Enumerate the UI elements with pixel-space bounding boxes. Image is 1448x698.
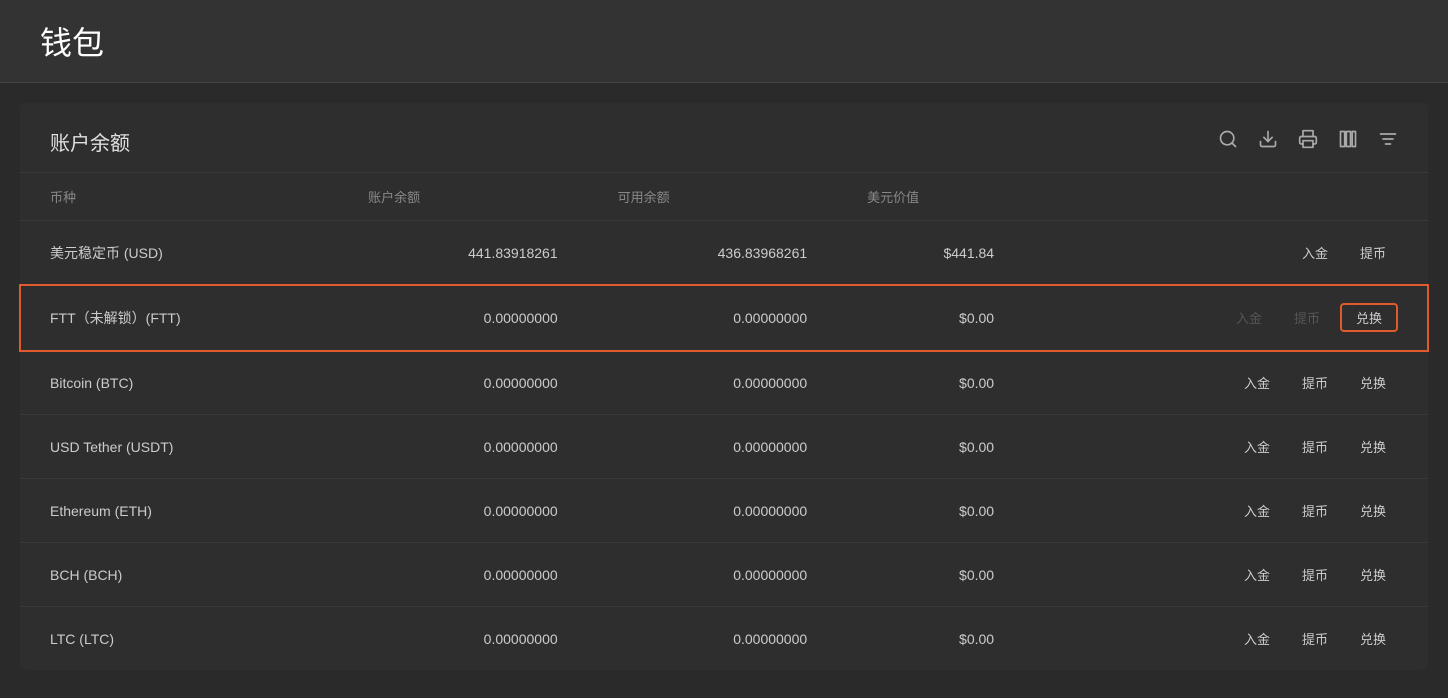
cell-balance: 0.00000000 — [338, 543, 588, 607]
cell-actions: 入金提币兑换 — [1024, 285, 1428, 351]
cell-usd-value: $0.00 — [837, 351, 1024, 415]
exchange-button[interactable]: 兑换 — [1348, 369, 1398, 396]
withdraw-button[interactable]: 提币 — [1290, 625, 1340, 652]
header-balance: 账户余额 — [338, 173, 588, 221]
cell-usd-value: $0.00 — [837, 285, 1024, 351]
cell-usd-value: $0.00 — [837, 479, 1024, 543]
cell-available: 0.00000000 — [588, 415, 838, 479]
header-currency: 币种 — [20, 173, 338, 221]
deposit-button[interactable]: 入金 — [1232, 433, 1282, 460]
cell-available: 0.00000000 — [588, 543, 838, 607]
header-available: 可用余额 — [588, 173, 838, 221]
cell-actions: 入金提币兑换 — [1024, 415, 1428, 479]
header-actions — [1024, 173, 1428, 221]
cell-balance: 0.00000000 — [338, 479, 588, 543]
cell-actions: 入金提币兑换 — [1024, 351, 1428, 415]
cell-balance: 441.83918261 — [338, 221, 588, 285]
cell-available: 0.00000000 — [588, 479, 838, 543]
withdraw-button[interactable]: 提币 — [1290, 497, 1340, 524]
cell-actions: 入金提币 — [1024, 221, 1428, 285]
cell-currency: Bitcoin (BTC) — [20, 351, 338, 415]
cell-balance: 0.00000000 — [338, 285, 588, 351]
exchange-button[interactable]: 兑换 — [1348, 433, 1398, 460]
table-row: FTT（未解锁）(FTT)0.000000000.00000000$0.00入金… — [20, 285, 1428, 351]
cell-currency: FTT（未解锁）(FTT) — [20, 285, 338, 351]
cell-available: 0.00000000 — [588, 351, 838, 415]
deposit-button[interactable]: 入金 — [1232, 497, 1282, 524]
cell-usd-value: $0.00 — [837, 607, 1024, 671]
print-icon[interactable] — [1298, 129, 1318, 155]
deposit-button[interactable]: 入金 — [1232, 369, 1282, 396]
cell-currency: Ethereum (ETH) — [20, 479, 338, 543]
page-header: 钱包 — [0, 0, 1448, 83]
exchange-button[interactable]: 兑换 — [1348, 625, 1398, 652]
download-icon[interactable] — [1258, 129, 1278, 155]
exchange-button[interactable]: 兑换 — [1348, 497, 1398, 524]
cell-balance: 0.00000000 — [338, 415, 588, 479]
cell-available: 0.00000000 — [588, 285, 838, 351]
cell-currency: 美元稳定币 (USD) — [20, 221, 338, 285]
cell-actions: 入金提币兑换 — [1024, 607, 1428, 671]
columns-icon[interactable] — [1338, 129, 1358, 155]
cell-usd-value: $441.84 — [837, 221, 1024, 285]
header-usd-value: 美元价值 — [837, 173, 1024, 221]
main-content: 账户余额 — [20, 103, 1428, 670]
deposit-button[interactable]: 入金 — [1290, 239, 1340, 266]
exchange-button[interactable]: 兑换 — [1348, 561, 1398, 588]
deposit-button: 入金 — [1224, 304, 1274, 331]
section-title: 账户余额 — [50, 127, 130, 156]
cell-available: 436.83968261 — [588, 221, 838, 285]
toolbar-icons — [1218, 129, 1398, 155]
page-title: 钱包 — [40, 25, 104, 61]
table-row: 美元稳定币 (USD)441.83918261436.83968261$441.… — [20, 221, 1428, 285]
cell-currency: BCH (BCH) — [20, 543, 338, 607]
exchange-button[interactable]: 兑换 — [1340, 303, 1398, 332]
filter-icon[interactable] — [1378, 129, 1398, 155]
search-icon[interactable] — [1218, 129, 1238, 155]
table-row: Ethereum (ETH)0.000000000.00000000$0.00入… — [20, 479, 1428, 543]
cell-currency: LTC (LTC) — [20, 607, 338, 671]
withdraw-button: 提币 — [1282, 304, 1332, 331]
withdraw-button[interactable]: 提币 — [1290, 433, 1340, 460]
balance-table: 币种 账户余额 可用余额 美元价值 美元稳定币 (USD)441.8391826… — [20, 173, 1428, 670]
cell-available: 0.00000000 — [588, 607, 838, 671]
withdraw-button[interactable]: 提币 — [1348, 239, 1398, 266]
cell-usd-value: $0.00 — [837, 543, 1024, 607]
section-header: 账户余额 — [20, 103, 1428, 173]
withdraw-button[interactable]: 提币 — [1290, 369, 1340, 396]
deposit-button[interactable]: 入金 — [1232, 561, 1282, 588]
table-row: USD Tether (USDT)0.000000000.00000000$0.… — [20, 415, 1428, 479]
table-row: BCH (BCH)0.000000000.00000000$0.00入金提币兑换 — [20, 543, 1428, 607]
deposit-button[interactable]: 入金 — [1232, 625, 1282, 652]
table-header: 币种 账户余额 可用余额 美元价值 — [20, 173, 1428, 221]
cell-actions: 入金提币兑换 — [1024, 543, 1428, 607]
cell-balance: 0.00000000 — [338, 351, 588, 415]
withdraw-button[interactable]: 提币 — [1290, 561, 1340, 588]
cell-currency: USD Tether (USDT) — [20, 415, 338, 479]
cell-balance: 0.00000000 — [338, 607, 588, 671]
table-row: Bitcoin (BTC)0.000000000.00000000$0.00入金… — [20, 351, 1428, 415]
table-row: LTC (LTC)0.000000000.00000000$0.00入金提币兑换 — [20, 607, 1428, 671]
cell-usd-value: $0.00 — [837, 415, 1024, 479]
cell-actions: 入金提币兑换 — [1024, 479, 1428, 543]
